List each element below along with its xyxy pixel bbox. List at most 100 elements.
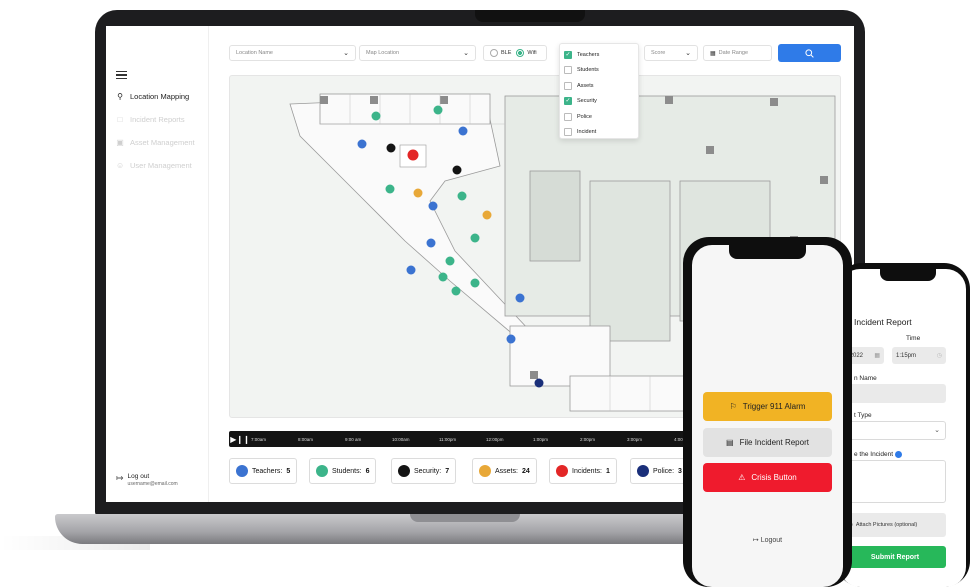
ble-radio[interactable] (490, 49, 498, 57)
shield-icon: ⚐ (729, 402, 737, 411)
phone-actions-screen: ⚐ Trigger 911 Alarm ▤ File Incident Repo… (692, 245, 843, 587)
sidebar-item-label: User Management (130, 161, 192, 170)
asset-dot-icon (479, 465, 491, 477)
incident-type-label: t Type (854, 412, 872, 419)
sidebar-item-asset-management[interactable]: ▣ Asset Management (116, 138, 194, 147)
play-pause-icon[interactable]: ▶❙❙ (229, 435, 251, 444)
location-name-select[interactable]: Location Name ⌄ (229, 45, 356, 61)
checkbox[interactable] (564, 81, 572, 90)
ble-label: BLE (501, 50, 512, 56)
search-icon (805, 48, 814, 58)
map-marker-teacher[interactable] (357, 139, 367, 149)
logout-area[interactable]: ↦ Log out username@email.com (116, 473, 178, 487)
timeline-tick: 10:00am (392, 436, 410, 442)
legend-teachers[interactable]: Teachers: 5 (229, 458, 298, 484)
location-name-label: n Name (854, 375, 877, 382)
checkbox[interactable] (564, 128, 572, 137)
time-field[interactable]: 1:15pm ◷ (892, 347, 946, 364)
location-name-field[interactable] (844, 384, 946, 403)
filter-label: Assets (577, 82, 594, 89)
checkbox-checked[interactable]: ✓ (564, 97, 572, 106)
legend-count: 24 (521, 467, 530, 475)
file-incident-report-button[interactable]: ▤ File Incident Report (703, 428, 832, 457)
map-marker-asset[interactable] (413, 188, 423, 198)
user-icon: ☺ (116, 160, 125, 170)
legend-label: Police: (653, 467, 675, 475)
phone-notch (729, 245, 806, 259)
checkbox[interactable] (564, 66, 572, 75)
sidebar: ⚲ Location Mapping □ Incident Reports ▣ … (106, 26, 209, 502)
map-marker-student[interactable] (451, 286, 461, 296)
trigger-911-alarm-button[interactable]: ⚐ Trigger 911 Alarm (703, 392, 832, 421)
filter-option-incident[interactable]: Incident (564, 125, 634, 141)
form-title: Incident Report (854, 317, 912, 327)
crisis-button[interactable]: ⚠ Crisis Button (703, 463, 832, 492)
legend-security[interactable]: Security: 7 (391, 458, 457, 484)
filter-option-security[interactable]: ✓ Security (564, 94, 634, 110)
filter-option-assets[interactable]: Assets (564, 78, 634, 94)
score-select[interactable]: Score ⌄ (644, 45, 698, 61)
map-marker-student[interactable] (445, 256, 455, 266)
map-location-select[interactable]: Map Location ⌄ (359, 45, 476, 61)
map-marker-student[interactable] (438, 272, 448, 282)
chevron-down-icon: ⌄ (463, 50, 469, 57)
score-placeholder: Score (651, 50, 666, 56)
map-marker-student[interactable] (385, 184, 395, 194)
legend-count: 6 (365, 467, 370, 475)
filter-label: Incident (577, 129, 597, 136)
map-marker-student[interactable] (433, 105, 443, 115)
logout-link[interactable]: Log out (128, 473, 178, 480)
legend-police[interactable]: Police: 3 (630, 458, 689, 484)
describe-incident-label: e the Incident (854, 451, 903, 458)
map-marker-teacher[interactable] (426, 238, 436, 248)
map-marker-incident[interactable] (407, 149, 419, 161)
filter-option-police[interactable]: Police (564, 109, 634, 125)
sidebar-item-location-mapping[interactable]: ⚲ Location Mapping (116, 92, 189, 101)
sidebar-item-label: Incident Reports (130, 115, 185, 124)
time-value: 1:15pm (896, 352, 917, 359)
search-button[interactable] (778, 44, 841, 62)
timeline-tick: 12:00pm (486, 436, 504, 442)
legend-label: Teachers: (252, 467, 283, 475)
legend-label: Assets: (495, 467, 518, 475)
map-marker-student[interactable] (470, 278, 480, 288)
map-marker-teacher[interactable] (428, 201, 438, 211)
legend-count: 1 (605, 467, 610, 475)
sidebar-item-incident-reports[interactable]: □ Incident Reports (116, 115, 185, 124)
info-icon[interactable] (895, 451, 903, 458)
attach-pictures-button[interactable]: ◉ Attach Pictures (optional) (844, 513, 946, 537)
filter-option-teachers[interactable]: ✓ Teachers (564, 47, 634, 63)
map-location-placeholder: Map Location (366, 50, 400, 56)
submit-report-button[interactable]: Submit Report (844, 546, 946, 568)
map-marker-teacher[interactable] (458, 126, 468, 136)
map-marker-student[interactable] (457, 191, 467, 201)
map-marker-teacher[interactable] (515, 293, 525, 303)
map-marker-student[interactable] (371, 111, 381, 121)
map-marker-security[interactable] (452, 165, 462, 175)
map-marker-teacher[interactable] (406, 265, 416, 275)
phone-actions: ⚐ Trigger 911 Alarm ▤ File Incident Repo… (683, 237, 852, 587)
describe-incident-textarea[interactable] (844, 460, 946, 503)
network-toggle: BLE Wifi (483, 45, 547, 61)
filter-option-students[interactable]: Students (564, 63, 634, 79)
map-marker-police[interactable] (534, 378, 544, 388)
incident-type-select[interactable]: ⌄ (844, 421, 946, 440)
legend-incidents[interactable]: Incidents: 1 (549, 458, 617, 484)
map-marker-student[interactable] (470, 233, 480, 243)
legend-assets[interactable]: Assets: 24 (472, 458, 537, 484)
legend-students[interactable]: Students: 6 (309, 458, 377, 484)
checkbox-checked[interactable]: ✓ (564, 50, 572, 59)
hamburger-menu-icon[interactable] (116, 71, 127, 79)
map-marker-asset[interactable] (482, 210, 492, 220)
map-marker-security[interactable] (386, 143, 396, 153)
wifi-radio[interactable] (516, 49, 525, 57)
map-marker-teacher[interactable] (506, 334, 516, 344)
legend-label: Incidents: (572, 467, 602, 475)
phone-logout-button[interactable]: ↦ Logout (692, 536, 843, 544)
checkbox[interactable] (564, 112, 572, 121)
legend-count: 7 (445, 467, 450, 475)
sidebar-item-label: Location Mapping (130, 92, 190, 101)
laptop-camera-notch (475, 10, 585, 22)
date-range-input[interactable]: ▦ Date Range (703, 45, 772, 61)
sidebar-item-user-management[interactable]: ☺ User Management (116, 161, 192, 170)
